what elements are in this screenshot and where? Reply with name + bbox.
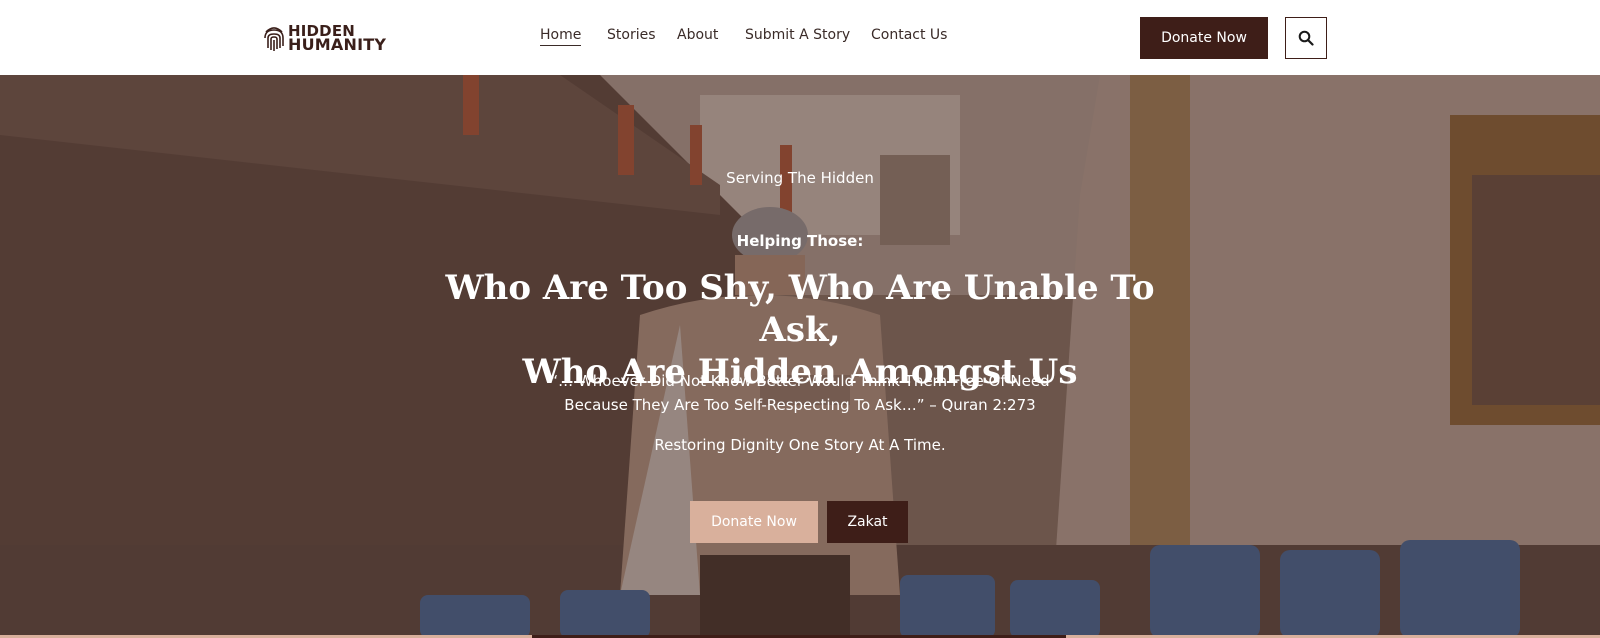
hero-zakat-button[interactable]: Zakat xyxy=(827,501,908,543)
nav-item-stories[interactable]: Stories xyxy=(607,27,656,45)
site-logo[interactable]: HIDDEN HUMANITY xyxy=(262,22,386,54)
hero-quote: “… Whoever Did Not Know Better Would Thi… xyxy=(500,369,1100,417)
site-header: HIDDEN HUMANITY Home Stories About Submi… xyxy=(0,0,1600,75)
hero-headline-line-1: Who Are Too Shy, Who Are Unable To Ask, xyxy=(445,268,1155,350)
nav-item-contact-us[interactable]: Contact Us xyxy=(871,27,947,45)
hero-content: Serving The Hidden Helping Those: Who Ar… xyxy=(0,75,1600,638)
header-donate-button[interactable]: Donate Now xyxy=(1140,17,1268,59)
nav-item-about[interactable]: About xyxy=(677,27,718,45)
hero-quote-line-2: Because They Are Too Self-Respecting To … xyxy=(564,396,1036,414)
nav-item-submit-a-story[interactable]: Submit A Story xyxy=(745,27,850,45)
hero-donate-button[interactable]: Donate Now xyxy=(690,501,818,543)
search-button[interactable] xyxy=(1285,17,1327,59)
search-icon xyxy=(1298,30,1314,46)
hero-subhead: Helping Those: xyxy=(736,232,864,250)
hero-quote-line-1: “… Whoever Did Not Know Better Would Thi… xyxy=(550,372,1050,390)
hero-section: Serving The Hidden Helping Those: Who Ar… xyxy=(0,75,1600,638)
logo-line-2: HUMANITY xyxy=(288,35,387,54)
hero-tagline: Restoring Dignity One Story At A Time. xyxy=(654,436,946,454)
logo-text: HIDDEN HUMANITY xyxy=(288,24,387,54)
fingerprint-icon xyxy=(264,27,284,51)
hero-eyebrow: Serving The Hidden xyxy=(726,169,874,187)
nav-item-home[interactable]: Home xyxy=(540,27,582,46)
